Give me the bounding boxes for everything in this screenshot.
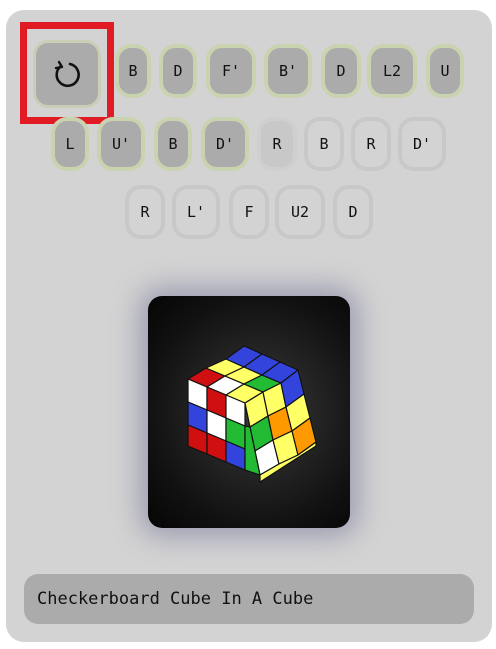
move-button[interactable]: D (163, 48, 193, 94)
move-button[interactable]: L (55, 121, 85, 167)
move-button[interactable]: L' (176, 189, 216, 235)
move-button[interactable]: D (337, 189, 369, 235)
move-button[interactable]: B' (268, 48, 308, 94)
pattern-title: Checkerboard Cube In A Cube (24, 574, 474, 624)
rubiks-cube-image (187, 345, 317, 483)
move-button[interactable]: B (158, 121, 188, 167)
move-button[interactable]: U2 (279, 189, 321, 235)
move-button[interactable]: U (430, 48, 460, 94)
move-button[interactable]: R (261, 121, 293, 167)
move-button[interactable]: D' (205, 121, 245, 167)
move-button[interactable]: B (308, 121, 340, 167)
cube-viewer[interactable] (148, 296, 350, 528)
move-button[interactable]: R (129, 189, 161, 235)
reset-button[interactable] (36, 43, 98, 105)
move-button[interactable]: U' (101, 121, 141, 167)
reset-icon (54, 60, 80, 88)
move-button[interactable]: D (325, 48, 357, 94)
move-button[interactable]: B (119, 48, 147, 94)
move-button[interactable]: L2 (371, 48, 413, 94)
move-button[interactable]: R (355, 121, 387, 167)
move-button[interactable]: F (233, 189, 265, 235)
move-button[interactable]: D' (402, 121, 442, 167)
move-button[interactable]: F' (210, 48, 252, 94)
